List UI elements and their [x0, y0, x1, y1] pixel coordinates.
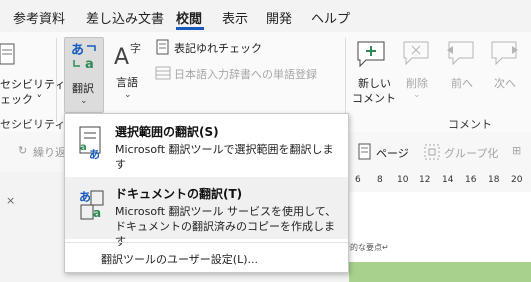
chevron-down-icon: ⌄: [124, 90, 132, 100]
translate-selection-icon: あ a: [79, 126, 101, 160]
tab-view[interactable]: 表示: [222, 8, 248, 27]
svg-text:a: a: [93, 206, 101, 220]
ruler-tick: 12: [419, 175, 431, 185]
group-separator: [56, 38, 57, 122]
group-label: グループ化: [444, 147, 499, 160]
ruler-tick: 20: [511, 175, 523, 185]
translate-document-icon: あ a: [79, 190, 104, 220]
translator-preferences-item[interactable]: 翻訳ツールのユーザー設定(L)...: [101, 251, 258, 267]
horizontal-ruler: 6 8 10 12 14 16 18 20: [349, 172, 531, 193]
new-comment-label-1[interactable]: 新しい: [358, 75, 391, 91]
menu-item-description: Microsoft 翻訳ツールで選択範囲を翻訳します: [115, 143, 334, 171]
translate-label: 翻訳: [72, 82, 94, 95]
menu-item-translate-selection[interactable]: あ a 選択範囲の翻訳(S) Microsoft 翻訳ツールで選択範囲を翻訳しま…: [65, 114, 348, 176]
page-icon[interactable]: [357, 143, 373, 161]
menu-item-title: ドキュメントの翻訳(T): [115, 187, 243, 201]
repeat-icon: ↻: [18, 144, 28, 157]
group-separator: [345, 38, 346, 122]
green-table-cell: [349, 262, 531, 282]
svg-text:あ: あ: [89, 148, 100, 160]
tab-review[interactable]: 校閲: [176, 8, 202, 27]
ruler-tick: 18: [488, 175, 500, 185]
svg-text:字: 字: [130, 41, 141, 55]
document-text: 断的な要点↵: [342, 243, 389, 252]
ruler-tick: 8: [377, 175, 383, 185]
proofing-check-icon[interactable]: [155, 39, 171, 55]
tab-developer[interactable]: 開発: [266, 8, 292, 27]
dictionary-icon: [155, 66, 171, 80]
japanese-dictionary-label: 日本語入力辞書への単語登録: [174, 68, 317, 81]
delete-comment-icon: [403, 41, 429, 66]
ruler-tick: 16: [465, 175, 477, 185]
menu-separator: [65, 242, 348, 243]
ruler-tick: 14: [442, 175, 454, 185]
close-icon[interactable]: ×: [6, 194, 15, 207]
tab-help[interactable]: ヘルプ: [311, 8, 350, 27]
svg-text:a: a: [85, 57, 94, 70]
next-comment-icon: [491, 41, 518, 66]
new-comment-icon[interactable]: [356, 38, 388, 68]
ruler-tick: 6: [355, 175, 361, 185]
svg-text:A: A: [114, 45, 129, 70]
language-icon[interactable]: A 字: [114, 40, 144, 70]
ruler-tick: 10: [397, 175, 409, 185]
left-pane: ×: [0, 172, 64, 282]
accessibility-check-icon[interactable]: [0, 40, 20, 72]
menu-item-title: 選択範囲の翻訳(S): [115, 125, 219, 139]
tab-mailings[interactable]: 差し込み文書: [86, 8, 164, 27]
translate-dropdown-menu: あ a 選択範囲の翻訳(S) Microsoft 翻訳ツールで選択範囲を翻訳しま…: [64, 113, 349, 273]
chevron-down-icon: ⌄: [413, 90, 421, 100]
chevron-down-icon: ⌄: [80, 96, 88, 106]
translate-button[interactable]: あ a 翻訳 ⌄: [64, 37, 104, 113]
group-icon: [424, 144, 440, 160]
active-tab-indicator: [176, 27, 204, 30]
next-label: 次へ: [494, 77, 516, 90]
svg-text:あ: あ: [79, 190, 91, 204]
menu-item-translate-document[interactable]: あ a ドキュメントの翻訳(T) Microsoft 翻訳ツール サービスを使用…: [65, 177, 348, 248]
page-label[interactable]: ページ: [376, 145, 409, 161]
proofing-check-label[interactable]: 表記ゆれチェック: [174, 40, 262, 56]
align-icon: ⊞: [512, 144, 522, 157]
tab-references[interactable]: 参考資料: [13, 8, 65, 27]
svg-text:a: a: [80, 142, 87, 153]
language-label[interactable]: 言語: [116, 74, 138, 90]
translate-icon: あ a: [71, 43, 96, 70]
svg-text:あ: あ: [71, 43, 84, 58]
ribbon-tab-bar: 参考資料 差し込み文書 校閲 表示 開発 ヘルプ: [0, 0, 531, 32]
new-comment-label-2[interactable]: コメント: [352, 90, 396, 106]
previous-comment-icon: [447, 41, 474, 66]
accessibility-label-2[interactable]: ェック ˅: [0, 91, 42, 107]
delete-label: 削除: [406, 77, 428, 90]
repeat-label: 繰り返: [33, 146, 66, 159]
comments-group-label: コメント: [448, 118, 492, 131]
previous-label: 前へ: [451, 77, 473, 90]
